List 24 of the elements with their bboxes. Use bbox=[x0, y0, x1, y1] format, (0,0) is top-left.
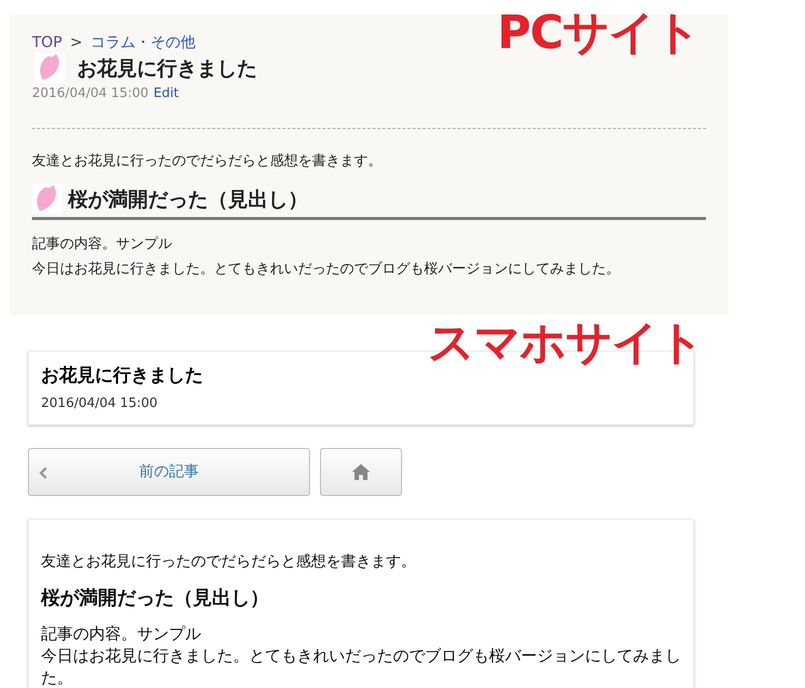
previous-post-button[interactable]: 前の記事 bbox=[28, 448, 310, 496]
breadcrumb-separator: > bbox=[70, 32, 83, 52]
body-text: 記事の内容。サンプル bbox=[41, 622, 202, 644]
section-heading: 桜が満開だった（見出し） bbox=[41, 586, 270, 611]
home-button[interactable] bbox=[320, 448, 402, 496]
post-date: 2016/04/04 15:00 bbox=[32, 85, 149, 103]
section-heading: 桜が満開だった（見出し） bbox=[68, 186, 308, 212]
home-icon bbox=[351, 462, 371, 480]
post-title: お花見に行きました bbox=[41, 364, 203, 388]
chevron-left-icon bbox=[39, 466, 47, 478]
body-text: 今日はお花見に行きました。とてもきれいだったのでブログも桜バージョンにしてみました。 bbox=[32, 260, 621, 278]
post-date: 2016/04/04 15:00 bbox=[41, 395, 159, 413]
post-title: お花見に行きました bbox=[77, 55, 257, 82]
pc-site-label: PCサイト bbox=[497, 9, 700, 55]
body-text: 記事の内容。サンプル bbox=[32, 234, 173, 254]
intro-text: 友達とお花見に行ったのでだらだらと感想を書きます。 bbox=[32, 152, 383, 170]
breadcrumb-link[interactable]: TOP bbox=[32, 32, 62, 52]
smartphone-site-label: スマホサイト bbox=[428, 319, 704, 365]
petal-icon bbox=[35, 53, 65, 83]
intro-text: 友達とお花見に行ったのでだらだらと感想を書きます。 bbox=[41, 550, 417, 572]
breadcrumb-link[interactable]: コラム・その他 bbox=[90, 32, 196, 52]
body-text: 今日はお花見に行きました。とてもきれいだったのでブログも桜バージョンにしてみました。 bbox=[41, 644, 681, 688]
petal-icon bbox=[32, 184, 62, 214]
edit-link[interactable]: Edit bbox=[154, 84, 179, 104]
